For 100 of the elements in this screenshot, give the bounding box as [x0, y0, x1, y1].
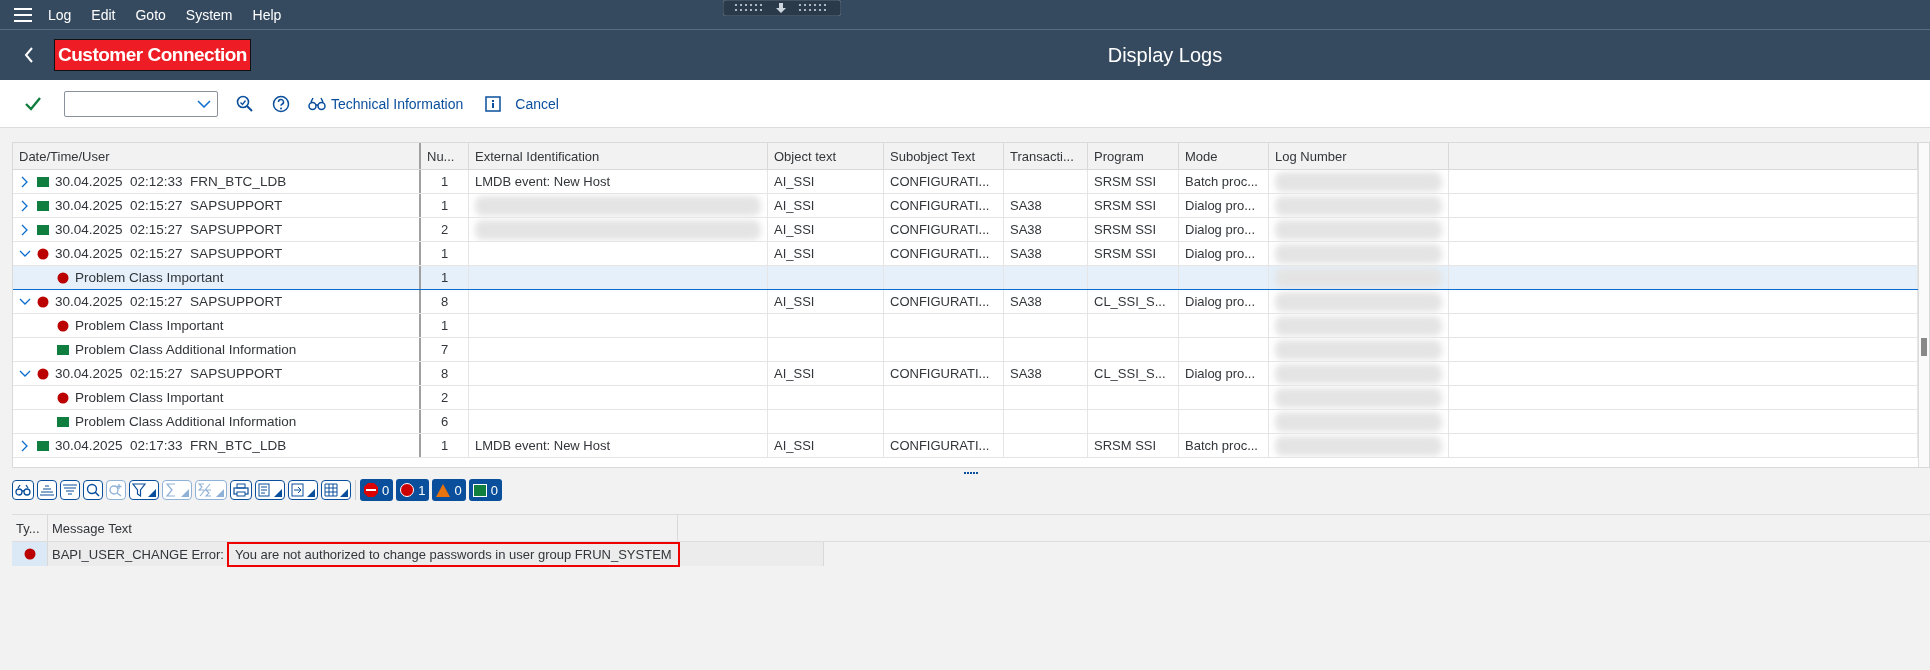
menu-item[interactable]: Log [48, 6, 72, 23]
table-cell: 1 [440, 270, 449, 285]
glasses-icon [308, 96, 326, 111]
back-icon[interactable] [24, 47, 34, 63]
column-header[interactable]: Date/Time/User [13, 143, 421, 169]
search-button[interactable] [83, 480, 103, 500]
row-label[interactable]: 30.04.2025 02:15:27 SAPSUPPORT [55, 294, 283, 309]
info-icon[interactable] [485, 95, 502, 112]
search-icon[interactable] [236, 94, 254, 113]
filter-button[interactable] [129, 480, 159, 500]
table-cell: AI_SSI [774, 198, 815, 213]
success-count-button[interactable]: 0 [468, 479, 502, 501]
table-cell: SA38 [1010, 366, 1042, 381]
table-cell: 2 [440, 222, 449, 237]
column-header[interactable]: Subobject Text [884, 143, 1004, 169]
table-cell: SRSM SSI [1094, 222, 1157, 237]
table-cell: SA38 [1010, 222, 1042, 237]
column-header[interactable]: Log Number [1269, 143, 1449, 169]
column-header[interactable]: External Identification [469, 143, 768, 169]
dropdown-icon[interactable] [197, 99, 211, 108]
column-header[interactable]: Mode [1179, 143, 1269, 169]
table-cell: 6 [440, 414, 449, 429]
menu-item[interactable]: Edit [91, 6, 116, 23]
menu-item[interactable]: Goto [135, 6, 166, 23]
table-cell: AI_SSI [774, 294, 815, 309]
table-cell: Dialog pro... [1185, 246, 1256, 261]
help-icon[interactable] [272, 94, 290, 113]
scrollbar[interactable] [1918, 143, 1929, 467]
row-label: Problem Class Important [75, 390, 224, 405]
row-label[interactable]: 30.04.2025 02:15:27 SAPSUPPORT [55, 366, 283, 381]
warning-count-button[interactable]: 0 [432, 479, 466, 501]
table-cell: AI_SSI [774, 174, 815, 189]
command-field[interactable] [64, 90, 218, 117]
table-cell: CONFIGURATI... [890, 246, 990, 261]
column-header[interactable]: Transacti... [1004, 143, 1088, 169]
details-button[interactable] [12, 480, 34, 500]
table-cell: CONFIGURATI... [890, 198, 990, 213]
menu-item[interactable]: Help [252, 6, 282, 23]
table-cell: SRSM SSI [1094, 246, 1157, 261]
table-cell: CONFIGURATI... [890, 294, 990, 309]
table-cell: AI_SSI [774, 222, 815, 237]
table-cell: CONFIGURATI... [890, 174, 990, 189]
column-header[interactable]: Object text [768, 143, 884, 169]
column-header[interactable]: Message Text [48, 515, 678, 541]
stop-sign-icon [364, 483, 378, 497]
table-cell: Dialog pro... [1185, 222, 1256, 237]
table-cell: CONFIGURATI... [890, 222, 990, 237]
technical-information-button[interactable]: Technical Information [308, 95, 464, 112]
table-cell: LMDB event: New Host [475, 438, 611, 453]
collapse-icon[interactable] [19, 249, 31, 258]
table-cell: 1 [440, 174, 449, 189]
collapse-icon[interactable] [19, 369, 31, 378]
checkmark-icon[interactable] [24, 95, 42, 112]
print-button[interactable] [230, 480, 252, 500]
table-cell: CONFIGURATI... [890, 366, 990, 381]
error-count-button[interactable]: 1 [396, 479, 430, 501]
table-cell: SA38 [1010, 294, 1042, 309]
table-cell: 7 [440, 342, 449, 357]
stop-count-button[interactable]: 0 [360, 479, 394, 501]
table-cell: SA38 [1010, 246, 1042, 261]
table-cell: 1 [440, 318, 449, 333]
sort-descending-button[interactable] [60, 480, 80, 500]
table-cell: SRSM SSI [1094, 438, 1157, 453]
error-status-icon [400, 483, 415, 497]
table-cell: 8 [440, 294, 449, 309]
table-cell: 2 [440, 390, 449, 405]
table-cell: Batch proc... [1185, 174, 1258, 189]
column-header[interactable]: Nu... [421, 143, 469, 169]
table-cell: CONFIGURATI... [890, 438, 990, 453]
column-header[interactable]: Ty... [12, 515, 48, 541]
collapse-icon[interactable] [19, 297, 31, 306]
message-text: You are not authorized to change passwords in user group FRUN_SYSTEM [226, 541, 680, 567]
table-cell: SRSM SSI [1094, 174, 1157, 189]
table-cell: 1 [440, 246, 449, 261]
menu-item[interactable]: System [185, 6, 233, 23]
row-label: Problem Class Important [75, 318, 224, 333]
sort-ascending-button[interactable] [37, 480, 57, 500]
drag-handle-icon[interactable] [723, 0, 841, 16]
table-cell: AI_SSI [774, 438, 815, 453]
row-label[interactable]: 30.04.2025 02:12:33 FRN_BTC_LDB [55, 174, 287, 189]
view-button[interactable] [255, 480, 285, 500]
row-label[interactable]: 30.04.2025 02:17:33 FRN_BTC_LDB [55, 438, 287, 453]
table-cell: AI_SSI [774, 246, 815, 261]
warning-icon [436, 483, 451, 497]
column-header[interactable]: Program [1088, 143, 1179, 169]
splitter-handle-icon[interactable] [964, 471, 978, 475]
page-title: Display Logs [1107, 43, 1223, 67]
table-cell: Dialog pro... [1185, 366, 1256, 381]
cancel-button[interactable]: Cancel [515, 95, 559, 112]
table-cell: 8 [440, 366, 449, 381]
menu-icon[interactable] [14, 7, 32, 22]
row-label[interactable]: 30.04.2025 02:15:27 SAPSUPPORT [55, 246, 283, 261]
export-button[interactable] [288, 480, 318, 500]
row-label[interactable]: 30.04.2025 02:15:27 SAPSUPPORT [55, 222, 283, 237]
app-title: Customer Connection [54, 39, 251, 71]
table-cell: CL_SSI_S... [1094, 366, 1166, 381]
row-label[interactable]: 30.04.2025 02:15:27 SAPSUPPORT [55, 198, 283, 213]
table-cell: 1 [440, 438, 449, 453]
table-cell: 1 [440, 198, 449, 213]
layout-settings-button[interactable] [321, 480, 351, 500]
